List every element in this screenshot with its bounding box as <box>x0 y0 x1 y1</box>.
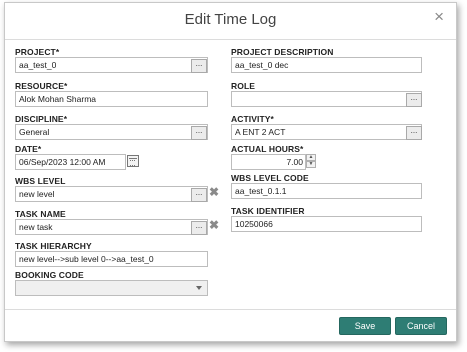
activity-field[interactable]: A ENT 2 ACT <box>231 124 422 140</box>
hours-spinner[interactable]: ▲ ▼ <box>306 154 316 168</box>
actual-hours-label: ACTUAL HOURS* <box>231 144 304 154</box>
task-name-lookup-button[interactable]: ... <box>191 221 207 235</box>
project-description-field: aa_test_0 dec <box>231 57 422 73</box>
resource-field[interactable]: Alok Mohan Sharma <box>15 91 208 107</box>
cancel-button[interactable]: Cancel <box>395 317 447 335</box>
project-field[interactable]: aa_test_0 <box>15 57 208 73</box>
wbs-level-code-label: WBS LEVEL CODE <box>231 173 309 183</box>
project-lookup-button[interactable]: ... <box>191 59 207 73</box>
activity-label: ACTIVITY* <box>231 114 274 124</box>
wbs-level-label: WBS LEVEL <box>15 176 66 186</box>
activity-lookup-button[interactable]: ... <box>406 126 422 140</box>
actual-hours-input[interactable]: 7.00 <box>231 154 306 170</box>
edit-time-log-dialog: Edit Time Log × PROJECT* aa_test_0 ... R… <box>4 2 457 342</box>
task-name-field[interactable]: new task <box>15 219 208 235</box>
header-divider <box>5 39 456 40</box>
date-field[interactable]: 06/Sep/2023 12:00 AM <box>15 154 126 170</box>
task-hierarchy-field: new level-->sub level 0-->aa_test_0 <box>15 251 208 267</box>
chevron-down-icon <box>196 286 202 290</box>
project-description-label: PROJECT DESCRIPTION <box>231 47 334 57</box>
calendar-icon[interactable] <box>127 155 139 167</box>
booking-code-label: BOOKING CODE <box>15 270 84 280</box>
role-field[interactable] <box>231 91 422 107</box>
wbs-level-code-field: aa_test_0.1.1 <box>231 183 422 199</box>
resource-label: RESOURCE* <box>15 81 68 91</box>
wbs-level-field[interactable]: new level <box>15 186 208 202</box>
booking-code-select[interactable] <box>15 280 208 296</box>
spinner-down-icon[interactable]: ▼ <box>306 161 316 168</box>
task-identifier-field: 10250066 <box>231 216 422 232</box>
discipline-field[interactable]: General <box>15 124 208 140</box>
date-label: DATE* <box>15 144 42 154</box>
task-name-clear-icon[interactable]: ✖ <box>209 218 219 232</box>
discipline-label: DISCIPLINE* <box>15 114 68 124</box>
task-identifier-label: TASK IDENTIFIER <box>231 206 305 216</box>
task-name-label: TASK NAME <box>15 209 66 219</box>
wbs-level-clear-icon[interactable]: ✖ <box>209 185 219 199</box>
role-lookup-button[interactable]: ... <box>406 93 422 107</box>
project-label: PROJECT* <box>15 47 60 57</box>
close-icon[interactable]: × <box>434 7 444 27</box>
discipline-lookup-button[interactable]: ... <box>191 126 207 140</box>
save-button[interactable]: Save <box>339 317 391 335</box>
role-label: ROLE <box>231 81 256 91</box>
wbs-level-lookup-button[interactable]: ... <box>191 188 207 202</box>
footer-divider <box>5 309 456 310</box>
task-hierarchy-label: TASK HIERARCHY <box>15 241 92 251</box>
dialog-title: Edit Time Log <box>184 11 277 28</box>
spinner-up-icon[interactable]: ▲ <box>306 154 316 161</box>
